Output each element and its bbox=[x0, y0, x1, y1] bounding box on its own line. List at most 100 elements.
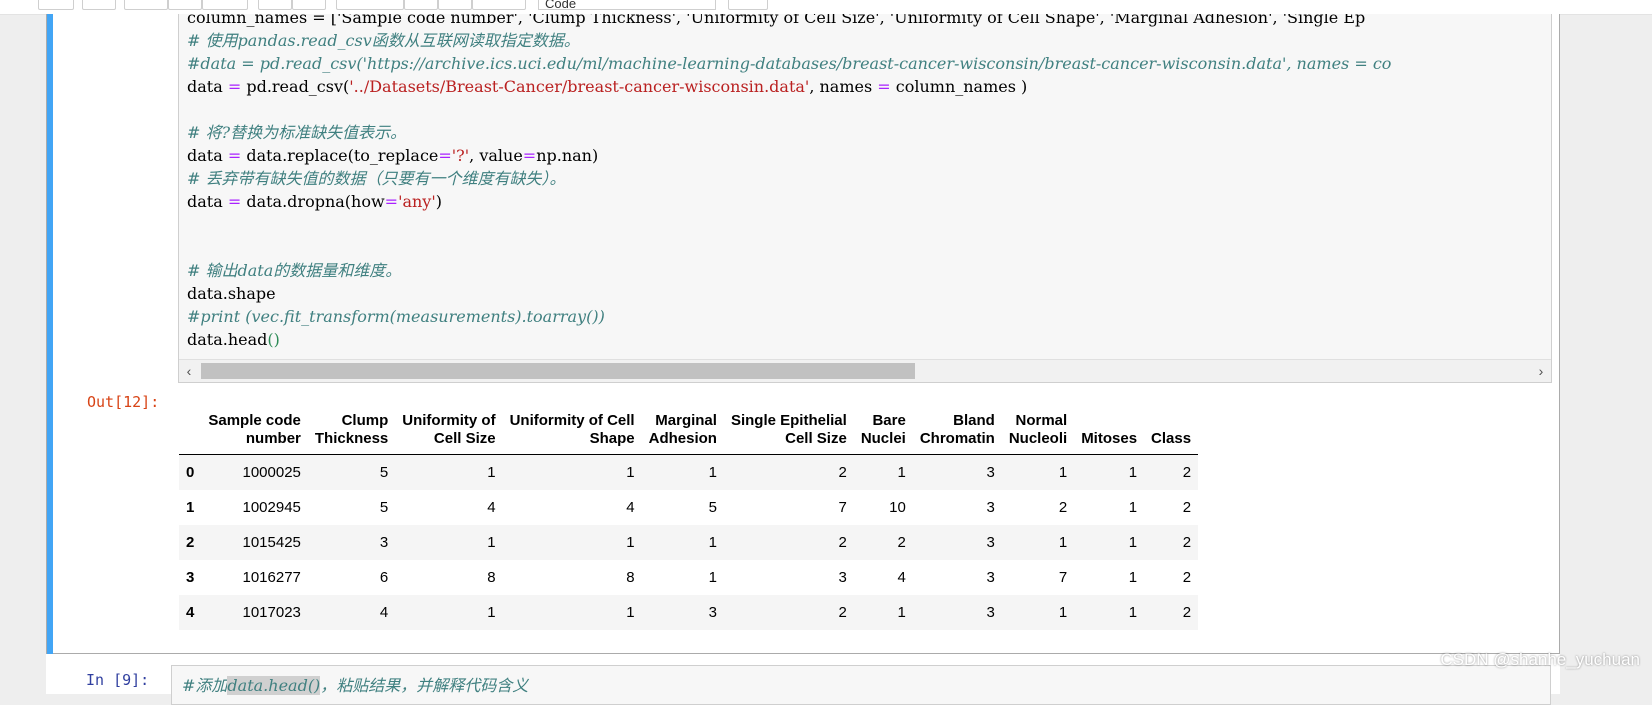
next-code-before: #添加 bbox=[182, 676, 228, 695]
code-line: data = data.replace(to_replace='?', valu… bbox=[187, 146, 598, 165]
table-cell: 1017023 bbox=[242, 603, 301, 621]
code-token: data bbox=[187, 192, 228, 211]
code-token: column_names ) bbox=[890, 77, 1028, 96]
table-cell: 2 bbox=[838, 463, 847, 481]
table-cell: 8 bbox=[626, 568, 635, 586]
code-line: # 丢弃带有缺失值的数据（只要有一个维度有缺失）。 bbox=[187, 169, 566, 188]
code-token: data.shape bbox=[187, 284, 276, 303]
code-token: # 将?替换为标准缺失值表示。 bbox=[187, 123, 407, 142]
table-cell: 5 bbox=[708, 498, 717, 516]
paste-icon[interactable] bbox=[202, 0, 248, 10]
table-cell: 10 bbox=[889, 498, 906, 516]
code-token: '?' bbox=[451, 146, 470, 165]
code-token: = bbox=[227, 146, 242, 165]
code-token: pd.read_csv( bbox=[241, 77, 350, 96]
table-cell: 3 bbox=[986, 533, 995, 551]
table-cell: 2 bbox=[1182, 463, 1192, 481]
next-input-prompt: In [9]: bbox=[86, 671, 150, 689]
table-cell: 6 bbox=[379, 568, 389, 586]
table-cell: 4 bbox=[487, 498, 496, 516]
code-line: # 输出data的数据量和维度。 bbox=[187, 261, 401, 280]
code-token: data bbox=[187, 77, 228, 96]
table-cell: 4 bbox=[626, 498, 635, 516]
keyboard-icon[interactable] bbox=[728, 0, 768, 10]
table-cell: 1002945 bbox=[242, 498, 301, 516]
table-cell: 2 bbox=[1058, 498, 1068, 516]
code-token: = bbox=[227, 77, 242, 96]
code-line: #print (vec.fit_transform(measurements).… bbox=[187, 307, 605, 326]
restart-icon[interactable] bbox=[438, 0, 472, 10]
next-code-cell[interactable]: #添加data.head()，粘贴结果，并解释代码含义 bbox=[171, 665, 1551, 705]
column-header: Sample code number bbox=[201, 412, 308, 455]
table-cell: 3 bbox=[986, 603, 995, 621]
column-header: Marginal Adhesion bbox=[641, 412, 724, 455]
table-cell: 1 bbox=[708, 568, 717, 586]
code-token: () bbox=[267, 330, 280, 349]
code-line: data = pd.read_csv('../Datasets/Breast-C… bbox=[187, 77, 1027, 96]
code-token: '../Datasets/Breast-Cancer/breast-cancer… bbox=[349, 77, 810, 96]
table-header-row: Sample code number Clump Thickness Uniformit… bbox=[179, 412, 1199, 455]
horizontal-scrollbar[interactable]: ‹ › bbox=[179, 359, 1551, 382]
table-cell: 1 bbox=[1128, 463, 1138, 481]
code-line: column_names = ['Sample code number', 'C… bbox=[187, 14, 1365, 27]
column-header: Uniformity of Cell Size bbox=[395, 412, 503, 455]
table-cell: 3 bbox=[379, 533, 389, 551]
next-code-text[interactable]: #添加data.head()，粘贴结果，并解释代码含义 bbox=[182, 672, 528, 696]
save-icon[interactable] bbox=[38, 0, 74, 10]
row-index: 1 bbox=[186, 498, 195, 516]
row-index: 2 bbox=[186, 533, 195, 551]
table-row: 1 1002945 5 4 4 5 7 10 3 2 1 2 bbox=[179, 490, 1198, 525]
move-up-icon[interactable] bbox=[258, 0, 292, 10]
code-cell-selected[interactable]: column_names = ['Sample code number', 'C… bbox=[46, 14, 1560, 654]
scroll-left-icon[interactable]: ‹ bbox=[181, 362, 197, 380]
code-token: data bbox=[187, 146, 228, 165]
table-cell: 1 bbox=[1128, 568, 1138, 586]
code-editor[interactable]: column_names = ['Sample code number', 'C… bbox=[178, 14, 1552, 383]
table-cell: 2 bbox=[838, 533, 847, 551]
cut-icon[interactable] bbox=[124, 0, 168, 10]
code-token: data.head bbox=[187, 330, 268, 349]
table-cell: 2 bbox=[1182, 498, 1192, 516]
column-header: Uniformity of Cell Shape bbox=[502, 412, 642, 455]
table-cell: 8 bbox=[487, 568, 496, 586]
table-row: 3 1016277 6 8 8 1 3 4 3 7 1 2 bbox=[179, 560, 1198, 595]
code-token: np.nan) bbox=[536, 146, 599, 165]
fast-forward-icon[interactable] bbox=[472, 0, 526, 10]
table-cell: 3 bbox=[986, 463, 995, 481]
table-row: 0 1000025 5 1 1 1 2 1 3 1 1 2 bbox=[179, 454, 1199, 490]
table-cell: 7 bbox=[1058, 568, 1068, 586]
move-down-icon[interactable] bbox=[292, 0, 326, 10]
code-token: # 丢弃带有缺失值的数据（只要有一个维度有缺失）。 bbox=[187, 169, 566, 188]
code-token: # 使用pandas.read_csv函数从互联网读取指定数据。 bbox=[187, 31, 580, 50]
code-token: #data = pd.read_csv('https://archive.ics… bbox=[187, 54, 1392, 73]
code-token: data.replace(to_replace bbox=[241, 146, 439, 165]
copy-icon[interactable] bbox=[168, 0, 202, 10]
watermark: CSDN @shanhe_yuchuan bbox=[1440, 650, 1640, 669]
code-line: # 使用pandas.read_csv函数从互联网读取指定数据。 bbox=[187, 31, 580, 50]
add-cell-icon[interactable] bbox=[82, 0, 116, 10]
cell-type-select[interactable]: Code bbox=[538, 0, 716, 10]
table-cell: 1 bbox=[487, 463, 496, 481]
table-cell: 2 bbox=[1182, 533, 1192, 551]
row-index: 4 bbox=[186, 603, 195, 621]
code-token: # 输出data的数据量和维度。 bbox=[187, 261, 402, 280]
table-cell: 2 bbox=[838, 603, 847, 621]
table-cell: 3 bbox=[986, 498, 995, 516]
code-token: column_names = ['Sample code number', 'C… bbox=[187, 14, 1366, 27]
run-button[interactable] bbox=[336, 0, 404, 10]
table-cell: 1 bbox=[897, 463, 906, 481]
table-cell: 5 bbox=[379, 463, 389, 481]
table-cell: 1 bbox=[626, 533, 635, 551]
table-cell: 3 bbox=[708, 603, 717, 621]
column-header: Mitoses bbox=[1074, 412, 1145, 455]
table-cell: 1 bbox=[626, 463, 635, 481]
scroll-right-icon[interactable]: › bbox=[1533, 362, 1549, 380]
column-header: Clump Thickness bbox=[307, 412, 396, 455]
scrollbar-thumb[interactable] bbox=[201, 363, 915, 379]
code-token: = bbox=[384, 192, 399, 211]
table-cell: 3 bbox=[986, 568, 995, 586]
table-body: 0 1000025 5 1 1 1 2 1 3 1 1 2 1 1002945 5 4 4 5 7 10 3 2 1 2 2 10… bbox=[179, 454, 1199, 630]
column-header: Bare Nuclei bbox=[853, 412, 913, 455]
code-text[interactable]: column_names = ['Sample code number', 'C… bbox=[187, 14, 1391, 351]
stop-icon[interactable] bbox=[404, 0, 438, 10]
